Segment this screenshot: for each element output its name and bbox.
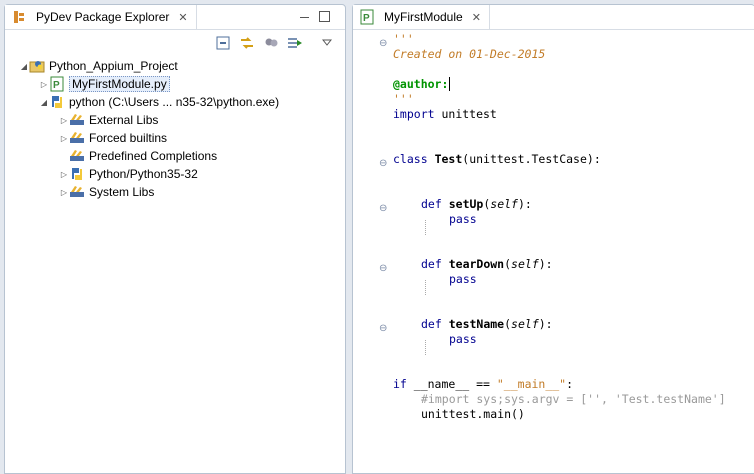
fold-icon[interactable]: ⊖ — [379, 264, 388, 274]
text-cursor — [449, 77, 458, 91]
package-explorer-icon — [11, 9, 27, 25]
collapsed-arrow-icon[interactable]: ▷ — [39, 80, 49, 89]
tree-item-predefined-completions[interactable]: Predefined Completions — [59, 147, 217, 165]
editor-tab-bar: P MyFirstModule ✕ — [353, 5, 754, 30]
collapsed-arrow-icon[interactable]: ▷ — [59, 170, 69, 179]
svg-text:P: P — [363, 13, 370, 24]
code-line: pass — [449, 212, 477, 226]
code-line: ''' — [393, 32, 414, 46]
customize-view-icon[interactable] — [287, 35, 303, 51]
code-editor-view: P MyFirstModule ✕ ⊖ ⊖ ⊖ ⊖ ⊖ ''' Created … — [352, 4, 754, 474]
explorer-tab-title: PyDev Package Explorer — [36, 10, 170, 24]
tree-item-system-libs[interactable]: ▷ System Libs — [59, 183, 154, 201]
python-file-icon: P — [49, 76, 65, 92]
tree-item-project[interactable]: ◢ Python_Appium_Project — [19, 57, 178, 75]
expanded-arrow-icon[interactable]: ◢ — [19, 62, 29, 71]
editor-gutter: ⊖ ⊖ ⊖ ⊖ ⊖ — [353, 30, 389, 473]
fold-icon[interactable]: ⊖ — [379, 204, 388, 214]
code-line: def tearDown(self): — [421, 257, 553, 271]
python-interpreter-icon — [49, 94, 65, 110]
tree-item-label: Predefined Completions — [89, 149, 218, 163]
library-icon — [69, 130, 85, 146]
code-line: ''' — [393, 92, 414, 106]
code-line: class Test(unittest.TestCase): — [393, 152, 601, 166]
tree-item-python-folder[interactable]: ▷ Python/Python35-32 — [59, 165, 198, 183]
tree-item-label: External Libs — [89, 113, 159, 127]
link-with-editor-icon[interactable] — [239, 35, 255, 51]
fold-icon[interactable]: ⊖ — [379, 159, 388, 169]
tree-item-external-libs[interactable]: ▷ External Libs — [59, 111, 158, 129]
tree-item-label: Forced builtins — [89, 131, 168, 145]
tree-item-label: Python_Appium_Project — [49, 59, 178, 73]
code-area[interactable]: ''' Created on 01-Dec-2015 @author: ''' … — [393, 30, 754, 473]
close-icon[interactable]: ✕ — [472, 11, 481, 24]
collapse-all-icon[interactable] — [215, 35, 231, 51]
code-line: def setUp(self): — [421, 197, 532, 211]
explorer-toolbar — [215, 35, 335, 51]
svg-text:P: P — [53, 80, 60, 91]
close-icon[interactable]: ✕ — [178, 11, 187, 24]
code-line: #import sys;sys.argv = ['', 'Test.testNa… — [421, 392, 726, 406]
python-file-icon: P — [359, 9, 375, 25]
code-line: @author: — [393, 77, 458, 92]
tree-item-forced-builtins[interactable]: ▷ Forced builtins — [59, 129, 167, 147]
tree-item-label: Python/Python35-32 — [89, 167, 198, 181]
tree-item-label: python (C:\Users ... n35-32\python.exe) — [69, 95, 280, 109]
explorer-tab-bar: PyDev Package Explorer ✕ — [5, 5, 345, 30]
project-icon — [29, 58, 45, 74]
editor-tab-title: MyFirstModule — [384, 10, 463, 24]
tree-item-label: System Libs — [89, 185, 155, 199]
package-explorer-view: PyDev Package Explorer ✕ ◢ Python_Appium — [4, 4, 346, 474]
library-icon — [69, 184, 85, 200]
python-interpreter-icon — [69, 166, 85, 182]
code-line: Created on 01-Dec-2015 — [393, 47, 546, 61]
tree-item-module[interactable]: ▷ P MyFirstModule.py — [39, 75, 170, 93]
filter-icon[interactable] — [263, 35, 279, 51]
minimize-icon[interactable] — [300, 17, 309, 18]
collapsed-arrow-icon[interactable]: ▷ — [59, 116, 69, 125]
maximize-icon[interactable] — [319, 11, 330, 22]
expanded-arrow-icon[interactable]: ◢ — [39, 98, 49, 107]
tree-item-label: MyFirstModule.py — [69, 76, 170, 92]
fold-icon[interactable]: ⊖ — [379, 39, 388, 49]
collapsed-arrow-icon[interactable]: ▷ — [59, 188, 69, 197]
code-line: import unittest — [393, 107, 497, 121]
code-line: if __name__ == "__main__": — [393, 377, 574, 391]
code-line: pass — [449, 332, 477, 346]
code-line: def testName(self): — [421, 317, 553, 331]
tree-item-interpreter[interactable]: ◢ python (C:\Users ... n35-32\python.exe… — [39, 93, 279, 111]
collapsed-arrow-icon[interactable]: ▷ — [59, 134, 69, 143]
fold-icon[interactable]: ⊖ — [379, 324, 388, 334]
view-menu-icon[interactable] — [319, 35, 335, 51]
explorer-tab[interactable]: PyDev Package Explorer ✕ — [5, 5, 197, 29]
library-icon — [69, 148, 85, 164]
code-line: unittest.main() — [421, 407, 525, 421]
code-line: pass — [449, 272, 477, 286]
library-icon — [69, 112, 85, 128]
editor-tab[interactable]: P MyFirstModule ✕ — [353, 5, 490, 29]
